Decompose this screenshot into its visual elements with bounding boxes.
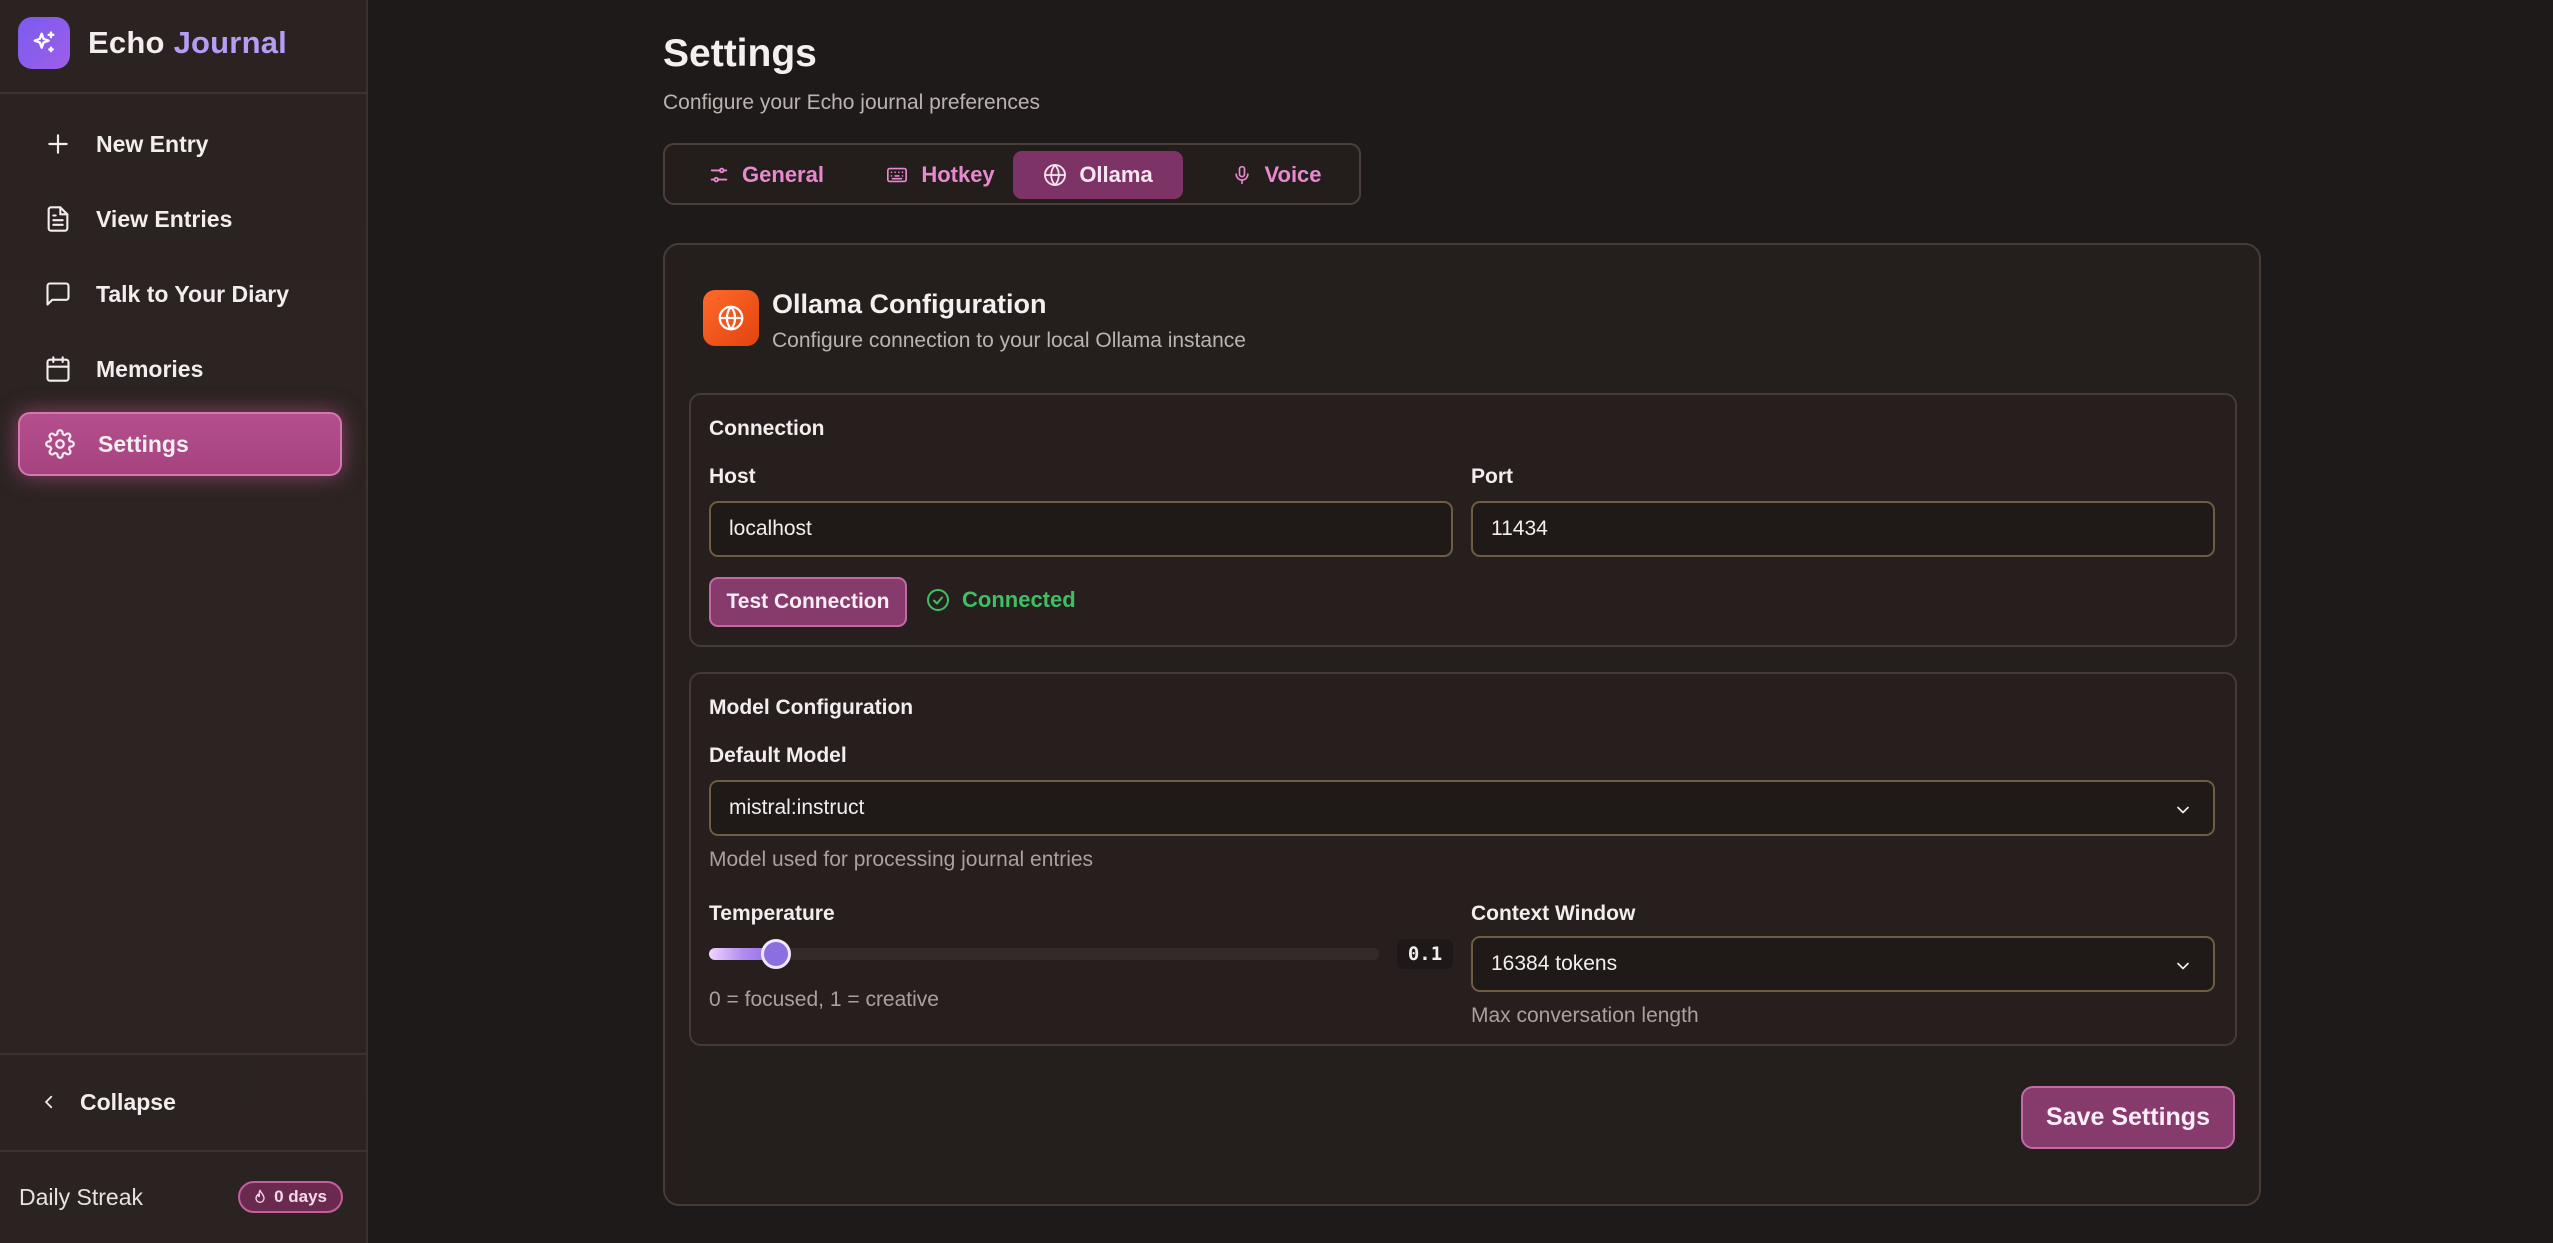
sidebar-item-memories[interactable]: Memories (18, 337, 342, 401)
sidebar-item-label: View Entries (96, 205, 233, 232)
context-window-value: 16384 tokens (1491, 952, 1618, 975)
tab-ollama[interactable]: Ollama (1013, 151, 1183, 199)
temperature-help: 0 = focused, 1 = creative (709, 988, 939, 1011)
temperature-slider[interactable] (709, 939, 1379, 969)
tab-label: Ollama (1079, 162, 1153, 187)
globe-icon (703, 290, 759, 346)
tab-voice[interactable]: Voice (1213, 151, 1341, 199)
tab-label: Voice (1264, 162, 1322, 187)
model-config-section: Model Configuration Default Model mistra… (689, 672, 2237, 1046)
keyboard-icon (887, 167, 908, 183)
check-circle-icon (927, 589, 949, 611)
sidebar-item-label: New Entry (96, 130, 209, 157)
card-title: Ollama Configuration (772, 289, 1047, 319)
page-subtitle: Configure your Echo journal preferences (663, 91, 1041, 114)
collapse-button[interactable]: Collapse (18, 1072, 342, 1132)
port-label: Port (1471, 465, 1513, 488)
settings-tabs: General Hotkey Ollama Voice (663, 143, 1361, 205)
context-window-help: Max conversation length (1471, 1004, 1699, 1027)
daily-streak-label: Daily Streak (19, 1183, 143, 1210)
ollama-config-card: Ollama Configuration Configure connectio… (663, 243, 2261, 1206)
tab-label: General (742, 162, 824, 187)
document-icon (42, 203, 74, 235)
sidebar-nav: New Entry View Entries Talk to Your Diar… (18, 112, 342, 487)
sidebar-divider-bottom (0, 1053, 366, 1055)
host-input[interactable]: localhost (709, 501, 1453, 557)
microphone-icon (1235, 165, 1250, 185)
sidebar-item-label: Talk to Your Diary (96, 280, 289, 307)
streak-badge: 0 days (238, 1181, 343, 1213)
chevron-left-icon (40, 1091, 64, 1113)
tab-general[interactable]: General (693, 151, 839, 199)
sidebar-item-label: Settings (98, 430, 189, 457)
calendar-icon (42, 353, 74, 385)
test-connection-button[interactable]: Test Connection (709, 577, 907, 627)
host-label: Host (709, 465, 756, 488)
streak-value: 0 days (274, 1187, 327, 1206)
flame-icon (255, 1189, 265, 1203)
chat-bubble-icon (42, 278, 74, 310)
default-model-value: mistral:instruct (729, 796, 865, 819)
sidebar-item-label: Memories (96, 355, 204, 382)
sidebar-divider-streak (0, 1150, 366, 1152)
sidebar-item-settings[interactable]: Settings (18, 412, 342, 476)
brand-name-part1: Echo (88, 25, 165, 60)
sliders-icon (710, 167, 728, 183)
temperature-slider-thumb[interactable] (761, 939, 791, 969)
card-subtitle: Configure connection to your local Ollam… (772, 329, 1246, 352)
collapse-label: Collapse (80, 1088, 176, 1115)
port-input[interactable]: 11434 (1471, 501, 2215, 557)
temperature-label: Temperature (709, 902, 835, 925)
connection-status: Connected (926, 587, 1076, 613)
chevron-down-icon (2177, 806, 2189, 814)
chevron-down-icon (2177, 962, 2189, 970)
save-settings-button[interactable]: Save Settings (2021, 1086, 2235, 1149)
brand-name: Echo Journal (88, 25, 287, 61)
gear-icon (44, 428, 76, 460)
sparkles-icon (18, 17, 70, 69)
connection-section: Connection Host localhost Port 11434 Tes… (689, 393, 2237, 647)
default-model-label: Default Model (709, 744, 847, 767)
page-title: Settings (663, 32, 817, 75)
context-window-select[interactable]: 16384 tokens (1471, 936, 2215, 992)
context-window-label: Context Window (1471, 902, 1636, 925)
globe-icon (1044, 164, 1067, 186)
connection-status-text: Connected (962, 587, 1076, 612)
sidebar-item-view-entries[interactable]: View Entries (18, 187, 342, 251)
brand-name-part2: Journal (173, 25, 287, 60)
sidebar-divider-top (0, 92, 366, 94)
plus-icon (42, 128, 74, 160)
model-section-title: Model Configuration (709, 696, 914, 719)
default-model-select[interactable]: mistral:instruct (709, 780, 2215, 836)
tab-hotkey[interactable]: Hotkey (865, 151, 1015, 199)
sidebar-item-new-entry[interactable]: New Entry (18, 112, 342, 176)
temperature-value: 0.1 (1397, 939, 1453, 969)
tab-label: Hotkey (921, 162, 995, 187)
daily-streak: Daily Streak 0 days (19, 1180, 343, 1214)
sidebar-item-talk-to-your-diary[interactable]: Talk to Your Diary (18, 262, 342, 326)
sidebar: Echo Journal New Entry View Entries Talk … (0, 0, 368, 1243)
connection-section-title: Connection (709, 417, 825, 440)
brand[interactable]: Echo Journal (18, 16, 287, 70)
default-model-help: Model used for processing journal entrie… (709, 848, 1094, 871)
